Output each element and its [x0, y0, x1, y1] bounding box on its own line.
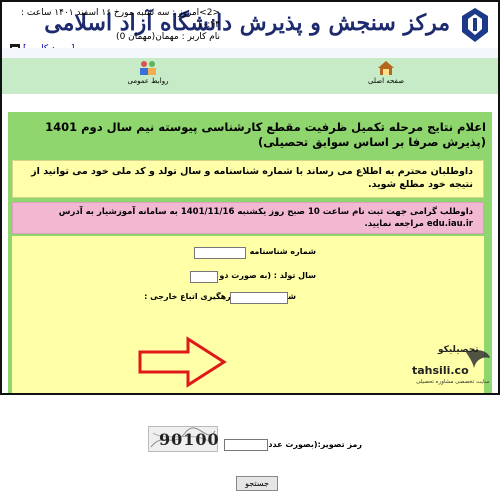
screenshot-frame: [0, 0, 500, 395]
captcha-text: 90100: [159, 430, 220, 449]
captcha-input[interactable]: [224, 439, 268, 451]
search-button[interactable]: جستجو: [236, 476, 278, 491]
captcha-label: رمز تصویر:(بصورت عددی): [257, 440, 362, 449]
captcha-image: 90100: [148, 426, 220, 452]
